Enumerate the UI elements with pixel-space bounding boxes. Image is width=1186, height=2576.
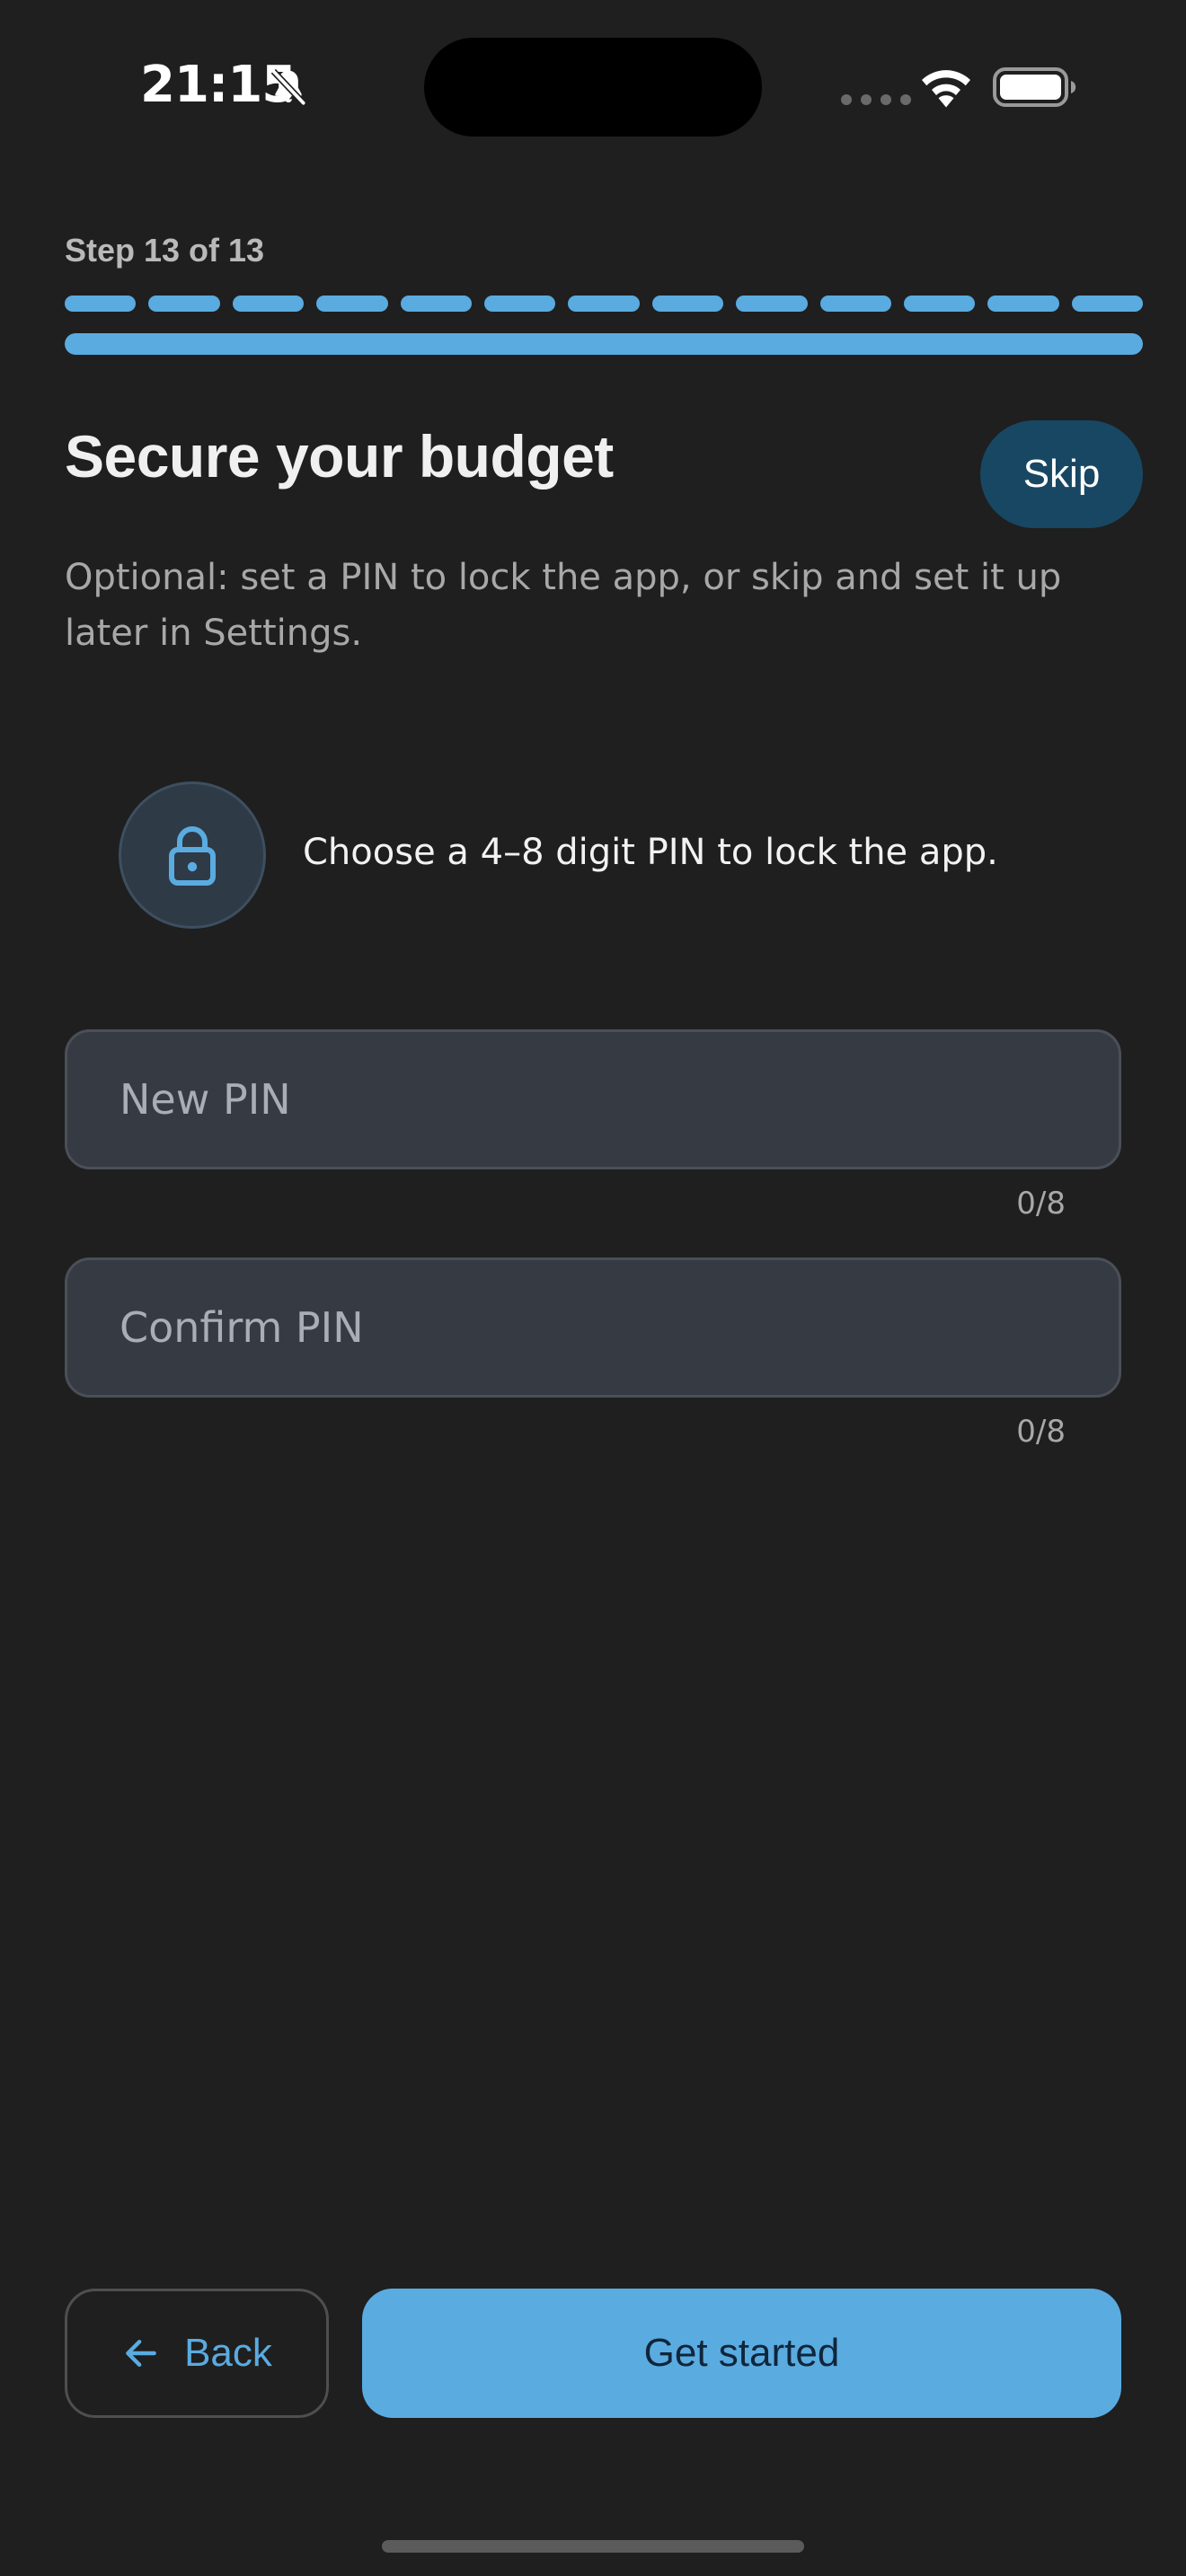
step-segment <box>903 296 976 312</box>
new-pin-counter: 0/8 <box>1016 1186 1066 1222</box>
new-pin-input[interactable] <box>65 1029 1121 1169</box>
step-segment <box>148 296 220 312</box>
step-label: Step 13 of 13 <box>65 232 265 269</box>
step-segment <box>65 296 137 312</box>
confirm-pin-input[interactable] <box>65 1257 1121 1398</box>
step-segment <box>987 296 1059 312</box>
step-segment <box>1071 296 1144 312</box>
page-subtitle: Optional: set a PIN to lock the app, or … <box>65 557 1062 654</box>
confirm-pin-counter: 0/8 <box>1016 1414 1066 1450</box>
step-segment <box>736 296 808 312</box>
dynamic-island <box>424 38 762 137</box>
step-segment <box>483 296 556 312</box>
step-segment <box>568 296 640 312</box>
back-button[interactable]: Back <box>65 2289 329 2418</box>
back-button-label: Back <box>184 2331 272 2375</box>
step-segments <box>65 296 1144 312</box>
step-segment <box>819 296 891 312</box>
skip-button[interactable]: Skip <box>980 420 1143 528</box>
battery-icon <box>993 67 1076 107</box>
signal-dots-icon <box>841 94 911 105</box>
step-segment <box>316 296 388 312</box>
lock-badge <box>119 781 266 929</box>
wifi-icon <box>922 70 970 108</box>
bell-off-icon <box>270 68 306 106</box>
lock-description: Choose a 4–8 digit PIN to lock the app. <box>303 832 998 873</box>
step-segment <box>232 296 305 312</box>
arrow-left-icon <box>126 2339 156 2368</box>
step-segment <box>651 296 724 312</box>
lock-icon <box>169 826 216 886</box>
step-segment <box>400 296 472 312</box>
progress-bar-fill <box>65 333 1143 355</box>
home-indicator <box>382 2540 804 2553</box>
page-title: Secure your budget <box>65 423 614 490</box>
get-started-button[interactable]: Get started <box>362 2289 1121 2418</box>
progress-bar <box>65 333 1143 355</box>
